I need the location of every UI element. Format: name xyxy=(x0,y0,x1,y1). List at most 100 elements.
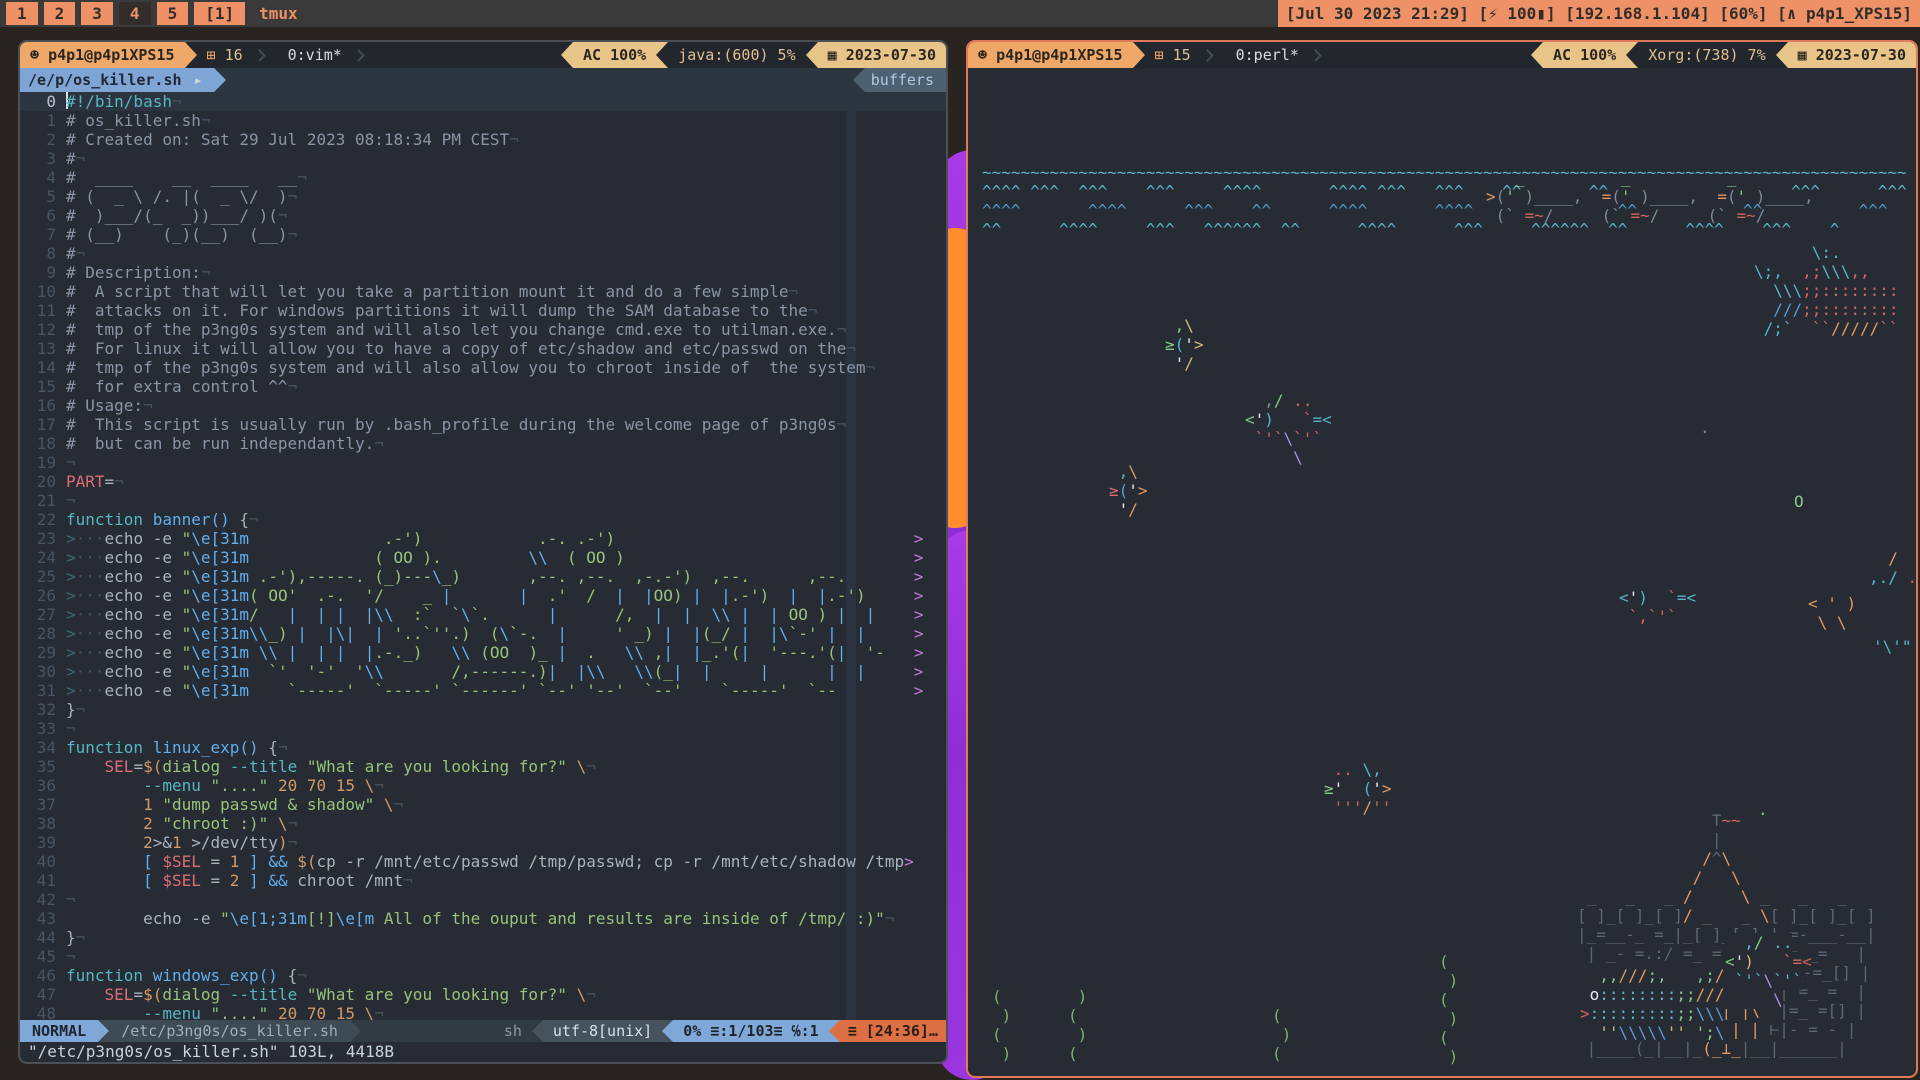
vim-buffers-label[interactable]: buffers xyxy=(865,68,946,92)
right-window-number: ⊞ 15 xyxy=(1145,42,1201,68)
left-power-status: AC 100% xyxy=(573,42,656,68)
vim-tabline: /e/p/os_killer.sh ▸ buffers xyxy=(20,68,946,92)
vim-line-0: 0#!/bin/bash¬ xyxy=(20,92,946,111)
vim-line-6: 6# )___/(_ _))___/ )(¬ xyxy=(20,206,946,225)
tmux-window-1[interactable]: [1] xyxy=(194,2,245,25)
vim-line-13: 13# For linux it will allow you to have … xyxy=(20,339,946,358)
vim-cmdline: "/etc/p3ng0s/os_killer.sh" 103L, 4418B xyxy=(20,1042,946,1062)
vim-line-34: 34function linux_exp() {¬ xyxy=(20,738,946,757)
vim-time-segment: ≡ [24:36]… xyxy=(840,1020,946,1042)
aq-fish-left-cyan: <') `=< `,`'` xyxy=(1619,588,1696,626)
vim-line-33: 33¬ xyxy=(20,719,946,738)
vim-mode-indicator: NORMAL xyxy=(20,1020,98,1042)
aq-big-fish-right-edge: \:.\;, ,;\\\,, \\\;;:::::::: ///;;::::::… xyxy=(1754,243,1899,338)
left-pane-statusbar: ☻ p4p1@p4p1XPS15 ⊞ 16 0:vim* AC 100% jav… xyxy=(20,42,946,68)
powerline-arrow xyxy=(561,42,573,68)
vim-line-17: 17# This script is usually run by .bash_… xyxy=(20,415,946,434)
aq-fish-fragment-orange: < ' ) \ \ xyxy=(1808,594,1856,632)
tmux-session-title: tmux xyxy=(259,4,298,23)
vim-line-5: 5# ( _ \ /. |( _ \/ )¬ xyxy=(20,187,946,206)
aq-small-fish-green: ,\≥('> '/ xyxy=(1165,316,1204,373)
vim-line-48: 48 --menu "...." 20 70 15 \¬ xyxy=(20,1004,946,1020)
vim-line-8: 8#¬ xyxy=(20,244,946,263)
vim-line-31: 31>···echo -e "\e[31m `-----' `-----' `-… xyxy=(20,681,946,700)
aq-bubble-big: O xyxy=(1794,492,1804,511)
powerline-arrow xyxy=(350,1020,361,1042)
tmux-window-4[interactable]: 4 xyxy=(119,2,151,25)
right-host-segment: ☻ p4p1@p4p1XPS15 xyxy=(968,42,1133,68)
left-terminal-window[interactable]: ☻ p4p1@p4p1XPS15 ⊞ 16 0:vim* AC 100% jav… xyxy=(18,40,948,1064)
powerline-arrow xyxy=(1626,42,1638,68)
chevron-separator-icon xyxy=(1309,49,1322,62)
aq-seaweed-3: ( )( xyxy=(1272,1006,1291,1063)
powerline-arrow xyxy=(853,68,865,92)
vim-line-26: 26>···echo -e "\e[31m( OO' .-. '/ _ | | … xyxy=(20,586,946,605)
vim-line-24: 24>···echo -e "\e[31m ( OO ). \\ ( OO ) … xyxy=(20,548,946,567)
vim-line-3: 3#¬ xyxy=(20,149,946,168)
powerline-arrow xyxy=(1133,42,1145,68)
tmux-window-2[interactable]: 2 xyxy=(44,2,76,25)
vim-line-35: 35 SEL=$(dialog --title "What are you lo… xyxy=(20,757,946,776)
vim-tab-current-file[interactable]: /e/p/os_killer.sh ▸ xyxy=(20,68,214,92)
vim-line-16: 16# Usage:¬ xyxy=(20,396,946,415)
vim-line-11: 11# attacks on it. For windows partition… xyxy=(20,301,946,320)
vim-line-47: 47 SEL=$(dialog --title "What are you lo… xyxy=(20,985,946,1004)
user-icon: ☻ xyxy=(978,46,987,64)
vim-line-29: 29>···echo -e "\e[31m \\ | | | |.-._) \\… xyxy=(20,643,946,662)
vim-line-1: 1# os_killer.sh¬ xyxy=(20,111,946,130)
vim-line-20: 20PART=¬ xyxy=(20,472,946,491)
chevron-separator-icon xyxy=(253,49,266,62)
right-terminal-window[interactable]: ☻ p4p1@p4p1XPS15 ⊞ 15 0:perl* AC 100% Xo… xyxy=(966,40,1918,1078)
vim-line-28: 28>···echo -e "\e[31m\\_) | |\| | '..`''… xyxy=(20,624,946,643)
aq-seaweed-2: )( )( xyxy=(1068,987,1087,1063)
powerline-arrow xyxy=(1776,42,1788,68)
vim-line-7: 7# (__) (_)(__) (__)¬ xyxy=(20,225,946,244)
terminal-icon: ▸ xyxy=(191,71,206,89)
vim-line-43: 43 echo -e "\e[1;31m[!]\e[m All of the o… xyxy=(20,909,946,928)
vim-line-40: 40 [ $SEL = 1 ] && $(cp -r /mnt/etc/pass… xyxy=(20,852,946,871)
powerline-arrow xyxy=(806,42,818,68)
tmux-status-right: [Jul 30 2023 21:29] [⚡ 100▮] [192.168.1.… xyxy=(1278,0,1920,27)
aq-castle-fish-big: ,,///;, ,;/ o::::::::;;///>:::::::::;;\\… xyxy=(1580,966,1725,1042)
vim-file-path: /etc/p3ng0s/os_killer.sh xyxy=(109,1020,350,1042)
vim-line-37: 37 1 "dump passwd & shadow" \¬ xyxy=(20,795,946,814)
aq-fish-fragment-top-right: /,./ .. xyxy=(1869,549,1914,587)
vim-line-25: 25>···echo -e "\e[31m .-'),-----. (_)---… xyxy=(20,567,946,586)
vim-buffer[interactable]: 0#!/bin/bash¬1# os_killer.sh¬2# Created … xyxy=(20,92,946,1020)
tmux-window-5[interactable]: 5 xyxy=(157,2,189,25)
powerline-arrow xyxy=(829,1020,840,1042)
vim-line-44: 44}¬ xyxy=(20,928,946,947)
aq-ducks: _ _ _>(' )____, =(' )____, =(' )____, (`… xyxy=(1486,168,1814,225)
aq-fish-left-blue: ,/ ..<') `=< `'`\`'` \ xyxy=(1245,391,1332,467)
right-power-status: AC 100% xyxy=(1543,42,1626,68)
desktop: 12345[1] tmux [Jul 30 2023 21:29] [⚡ 100… xyxy=(0,0,1920,1080)
asciiquarium: ~~~~~~~~~~~~~~~~~~~~~~~~~~~~~~~~~~~~~~~~… xyxy=(980,74,1914,1074)
tmux-window-3[interactable]: 3 xyxy=(81,2,113,25)
vim-line-46: 46function windows_exp() {¬ xyxy=(20,966,946,985)
tmux-window-1[interactable]: 1 xyxy=(6,2,38,25)
vim-line-19: 19¬ xyxy=(20,453,946,472)
vim-line-39: 39 2>&1 >/dev/tty)¬ xyxy=(20,833,946,852)
user-icon: ☻ xyxy=(30,46,39,64)
grid-icon: ⊞ xyxy=(1155,46,1164,64)
vim-line-23: 23>···echo -e "\e[31m .-') .-. .-') > xyxy=(20,529,946,548)
vim-filetype: sh xyxy=(494,1020,532,1042)
vim-line-22: 22function banner() {¬ xyxy=(20,510,946,529)
vim-line-41: 41 [ $SEL = 2 ] && chroot /mnt¬ xyxy=(20,871,946,890)
aq-seaweed-1: ( )( ) xyxy=(992,987,1011,1063)
vim-statusline: NORMAL /etc/p3ng0s/os_killer.sh sh utf-8… xyxy=(20,1020,946,1042)
vim-line-21: 21¬ xyxy=(20,491,946,510)
aq-small-fish-red: ,\≥('> '/ xyxy=(1109,462,1148,519)
right-pane-statusbar: ☻ p4p1@p4p1XPS15 ⊞ 15 0:perl* AC 100% Xo… xyxy=(968,42,1916,68)
powerline-arrow xyxy=(1531,42,1543,68)
vim-line-38: 38 2 "chroot :)" \¬ xyxy=(20,814,946,833)
aq-fish-right-cyan: .. \,≥' ('> '''/'' xyxy=(1324,760,1391,817)
vim-line-27: 27>···echo -e "\e[31m/ | | | |\\ :` `\`.… xyxy=(20,605,946,624)
chevron-separator-icon xyxy=(1201,49,1214,62)
vim-line-4: 4# ____ __ ____ __¬ xyxy=(20,168,946,187)
vim-line-18: 18# but can be run independantly.¬ xyxy=(20,434,946,453)
vim-line-12: 12# tmp of the p3ng0s system and will al… xyxy=(20,320,946,339)
calendar-icon: ▦ xyxy=(1798,46,1807,64)
vim-line-42: 42¬ xyxy=(20,890,946,909)
vim-line-2: 2# Created on: Sat 29 Jul 2023 08:18:34 … xyxy=(20,130,946,149)
